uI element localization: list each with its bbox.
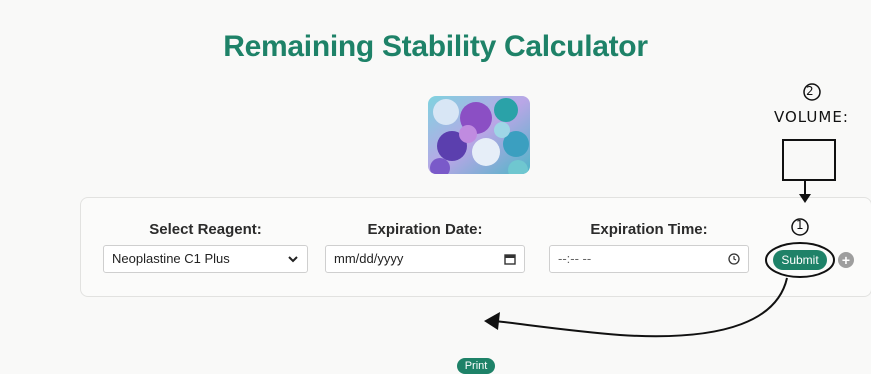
handwritten-annotations bbox=[484, 83, 836, 338]
curved-arrowhead bbox=[484, 312, 500, 330]
down-arrowhead bbox=[799, 194, 811, 203]
volume-box-mark bbox=[782, 139, 836, 181]
marker-one-text: 1 bbox=[796, 218, 804, 232]
volume-handwritten-text: VOLUME: bbox=[774, 108, 849, 126]
submit-circle-mark bbox=[765, 242, 835, 278]
curved-arrow-line bbox=[494, 277, 788, 338]
marker-two-text: 2 bbox=[806, 84, 814, 98]
